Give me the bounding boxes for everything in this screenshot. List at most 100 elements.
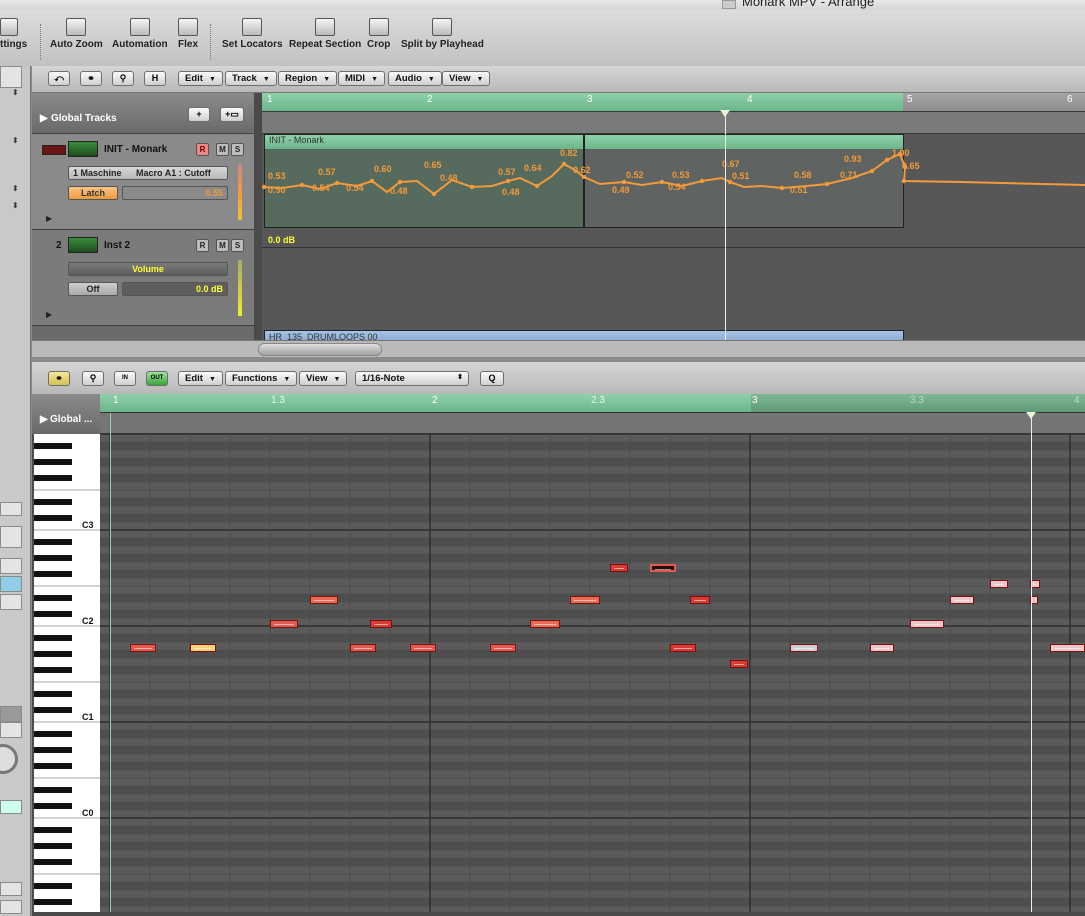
- black-key[interactable]: [34, 787, 72, 793]
- inspector-field[interactable]: [0, 558, 22, 574]
- black-key[interactable]: [34, 571, 72, 577]
- disclosure-triangle-icon[interactable]: ▶: [46, 310, 52, 319]
- inspector-field[interactable]: [0, 722, 22, 738]
- view-menu[interactable]: View ▼: [442, 71, 491, 86]
- region-menu[interactable]: Region ▼: [278, 71, 338, 86]
- quantize-select[interactable]: 1/16-Note ⬍: [355, 371, 469, 386]
- set-locators-button[interactable]: Set Locators: [222, 18, 283, 50]
- playhead[interactable]: [725, 111, 726, 340]
- arrange-canvas[interactable]: 1 2 3 4 5 6 INIT - Monark 0.53 0.50 0.57…: [262, 93, 1085, 340]
- track-row-init-monark[interactable]: INIT - Monark R M S 1 Maschine Macro A1 …: [32, 134, 254, 230]
- add-track-button[interactable]: +: [188, 107, 210, 122]
- disclosure-triangle-icon[interactable]: ▶: [46, 214, 52, 223]
- midi-note[interactable]: [130, 644, 156, 652]
- pr-view-menu[interactable]: View ▼: [299, 371, 348, 386]
- midi-note[interactable]: [370, 620, 392, 628]
- automation-value-field[interactable]: 0.0 dB: [122, 282, 228, 296]
- catch-button[interactable]: ⚲: [112, 71, 134, 86]
- playhead-marker-icon[interactable]: [720, 110, 730, 117]
- black-key[interactable]: [34, 651, 72, 657]
- piano-keys[interactable]: [34, 434, 100, 912]
- track-name[interactable]: Inst 2: [104, 240, 130, 251]
- automation-mode-select[interactable]: Off: [68, 282, 118, 296]
- midi-note[interactable]: [410, 644, 436, 652]
- mute-button[interactable]: M: [216, 239, 229, 252]
- flex-button[interactable]: Flex: [178, 18, 198, 50]
- black-key[interactable]: [34, 827, 72, 833]
- automation-parameter-select[interactable]: Volume: [68, 262, 228, 276]
- bar-ruler[interactable]: 1 2 3 4 5 6: [262, 93, 1085, 112]
- midi-note[interactable]: [270, 620, 298, 628]
- inspector-field[interactable]: [0, 706, 22, 722]
- inspector-field[interactable]: [0, 800, 22, 814]
- new-track-with-settings-button[interactable]: +▭: [220, 107, 244, 122]
- note-grid[interactable]: 1 1.3 2 2.3 3 3.3 4: [100, 394, 1085, 912]
- track-menu[interactable]: Track ▼: [225, 71, 277, 86]
- stepper-icon[interactable]: ⬍: [12, 88, 19, 97]
- black-key[interactable]: [34, 691, 72, 697]
- black-key[interactable]: [34, 803, 72, 809]
- midi-note[interactable]: [1050, 644, 1085, 652]
- black-key[interactable]: [34, 731, 72, 737]
- catch-button[interactable]: ⚲: [82, 371, 104, 386]
- automation-line[interactable]: [262, 247, 1085, 248]
- pr-functions-menu[interactable]: Functions ▼: [225, 371, 298, 386]
- black-key[interactable]: [34, 555, 72, 561]
- black-key[interactable]: [34, 859, 72, 865]
- playhead-marker-icon[interactable]: [1026, 412, 1036, 419]
- pr-global-tracks-header[interactable]: ▶ Global ...: [32, 394, 100, 434]
- scrollbar-thumb[interactable]: [258, 343, 382, 356]
- inspector-field[interactable]: [0, 594, 22, 610]
- midi-note[interactable]: [570, 596, 600, 604]
- black-key[interactable]: [34, 883, 72, 889]
- back-button[interactable]: ⤺: [48, 71, 70, 86]
- midi-note[interactable]: [690, 596, 710, 604]
- inspector-selected-field[interactable]: [0, 576, 22, 592]
- midi-note[interactable]: [990, 580, 1008, 588]
- mute-button[interactable]: M: [216, 143, 229, 156]
- stepper-icon[interactable]: ⬍: [12, 201, 19, 210]
- solo-button[interactable]: S: [231, 143, 244, 156]
- automation-parameter-select[interactable]: 1 Maschine Macro A1 : Cutoff: [68, 166, 228, 180]
- track-name[interactable]: INIT - Monark: [104, 144, 167, 155]
- black-key[interactable]: [34, 595, 72, 601]
- midi-note[interactable]: [950, 596, 974, 604]
- midi-note[interactable]: [870, 644, 894, 652]
- midi-in-button[interactable]: IN: [114, 371, 136, 386]
- inspector-field[interactable]: [0, 502, 22, 516]
- piano-keyboard[interactable]: C3 C2 C1 C0: [34, 434, 100, 912]
- playhead[interactable]: [1031, 413, 1032, 912]
- global-tracks-header[interactable]: ▶ Global Tracks + +▭: [32, 93, 254, 134]
- black-key[interactable]: [34, 475, 72, 481]
- automation-curve[interactable]: [262, 134, 1085, 228]
- midi-note[interactable]: [650, 564, 676, 572]
- split-by-playhead-button[interactable]: Split by Playhead: [401, 18, 484, 50]
- track-row-inst-2[interactable]: 2 Inst 2 R M S Volume Off 0.0 dB ▶: [32, 230, 254, 326]
- black-key[interactable]: [34, 707, 72, 713]
- disclosure-triangle-icon[interactable]: ▶: [40, 113, 48, 124]
- record-enable-button[interactable]: R: [196, 239, 209, 252]
- pr-edit-menu[interactable]: Edit ▼: [178, 371, 223, 386]
- black-key[interactable]: [34, 539, 72, 545]
- black-key[interactable]: [34, 499, 72, 505]
- inspector-field[interactable]: [0, 900, 22, 914]
- midi-note[interactable]: [730, 660, 748, 668]
- repeat-section-button[interactable]: Repeat Section: [289, 18, 361, 50]
- link-button[interactable]: ⚭: [48, 371, 70, 386]
- black-key[interactable]: [34, 611, 72, 617]
- midi-note[interactable]: [190, 644, 216, 652]
- black-key[interactable]: [34, 899, 72, 905]
- hide-button[interactable]: H: [144, 71, 166, 86]
- inspector-field[interactable]: [0, 882, 22, 896]
- black-key[interactable]: [34, 635, 72, 641]
- black-key[interactable]: [34, 459, 72, 465]
- disclosure-triangle-icon[interactable]: ▶: [40, 414, 48, 425]
- black-key[interactable]: [34, 515, 72, 521]
- midi-menu[interactable]: MIDI ▼: [338, 71, 385, 86]
- crop-button[interactable]: Crop: [367, 18, 390, 50]
- midi-note[interactable]: [350, 644, 376, 652]
- pan-knob[interactable]: [0, 744, 18, 774]
- black-key[interactable]: [34, 747, 72, 753]
- edit-menu[interactable]: Edit ▼: [178, 71, 223, 86]
- auto-zoom-button[interactable]: Auto Zoom: [50, 18, 103, 50]
